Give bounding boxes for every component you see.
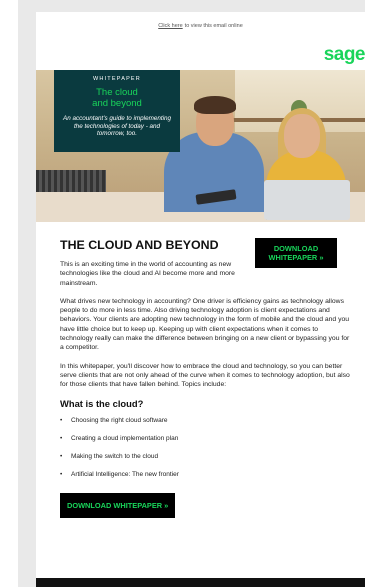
badge-subtitle: An accountant's guide to implementing th…	[63, 115, 171, 138]
sage-logo[interactable]: sage	[324, 44, 365, 66]
cta-top-line2: WHITEPAPER »	[268, 253, 324, 262]
badge-title-line1: The cloud	[96, 87, 138, 98]
whitepaper-badge: WHITEPAPER The cloud and beyond An accou…	[54, 70, 180, 152]
download-whitepaper-button-bottom[interactable]: DOWNLOAD WHITEPAPER »	[60, 492, 176, 518]
list-item: Choosing the right cloud software	[60, 417, 365, 435]
badge-kicker: WHITEPAPER	[93, 76, 141, 82]
cta-top-line1: DOWNLOAD	[273, 244, 319, 253]
badge-title: The cloud and beyond	[54, 87, 180, 109]
view-online-link[interactable]: Click here	[158, 23, 182, 29]
topics-list: Choosing the right cloud software Creati…	[60, 417, 365, 489]
hero-image: WHITEPAPER The cloud and beyond An accou…	[36, 70, 365, 222]
list-item: Creating a cloud implementation plan	[60, 435, 365, 453]
list-item: Artificial Intelligence: The new frontie…	[60, 471, 365, 489]
brand-row: sage	[36, 40, 365, 70]
body-paragraph-whitepaper: In this whitepaper, you'll discover how …	[60, 362, 350, 389]
hero-man-hair	[194, 96, 236, 114]
list-item: Making the switch to the cloud	[60, 453, 365, 471]
download-whitepaper-button-top[interactable]: DOWNLOAD WHITEPAPER »	[255, 238, 337, 268]
email-body: Click here to view this email online sag…	[36, 12, 365, 587]
hero-woman-head	[284, 114, 320, 158]
view-online-bar: Click here to view this email online	[36, 12, 365, 40]
left-margin	[0, 0, 18, 587]
intro-paragraph: This is an exciting time in the world of…	[60, 261, 235, 287]
hero-laptop	[264, 180, 350, 220]
section-heading: What is the cloud?	[60, 397, 144, 409]
view-online-text: to view this email online	[184, 23, 243, 29]
footer-bar	[36, 578, 365, 587]
email-content: DOWNLOAD WHITEPAPER » THE CLOUD AND BEYO…	[36, 222, 365, 518]
badge-title-line2: and beyond	[92, 98, 142, 109]
body-paragraph-drivers: What drives new technology in accounting…	[60, 297, 350, 352]
